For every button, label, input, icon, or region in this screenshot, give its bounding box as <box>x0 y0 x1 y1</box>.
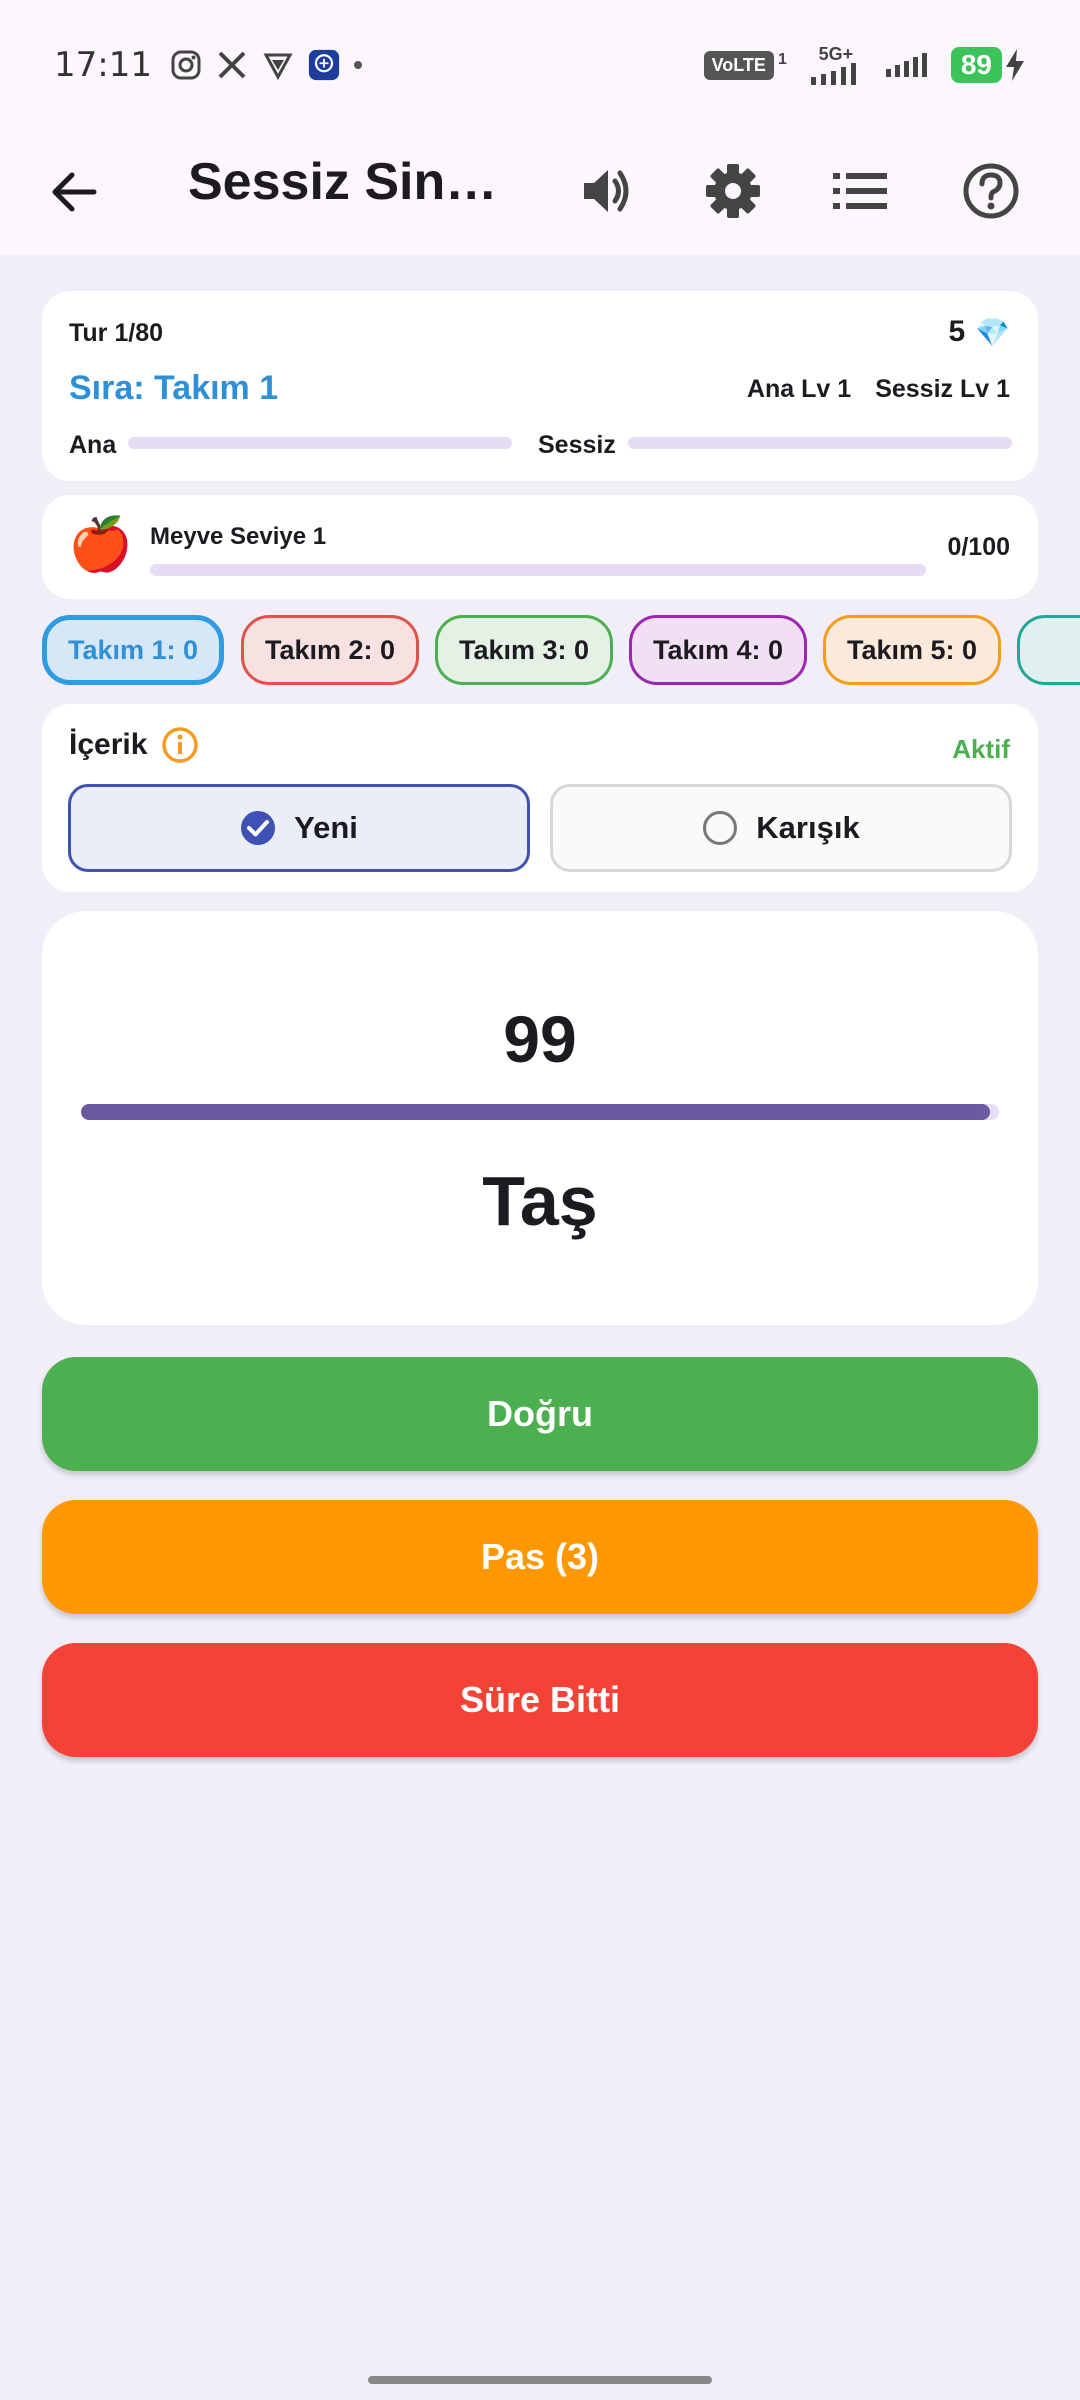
timer-progress-fill <box>81 1104 990 1120</box>
settings-button[interactable] <box>700 158 766 224</box>
page-title: Sessiz Sin… <box>188 153 498 211</box>
home-indicator[interactable] <box>368 2376 712 2384</box>
content-header: İçerik <box>69 726 199 764</box>
back-button[interactable] <box>44 162 104 222</box>
battery-indicator: 89 <box>950 47 1026 83</box>
app-bar: Sessiz Sin… <box>0 130 1080 255</box>
list-button[interactable] <box>827 158 893 224</box>
category-progress-bar <box>150 564 926 576</box>
sessiz-label: Sessiz <box>538 431 616 459</box>
sim-index: 1 <box>777 50 787 68</box>
x-icon <box>216 49 248 81</box>
app-notification-icon <box>308 49 340 81</box>
category-progress-text: 0/100 <box>947 533 1010 561</box>
apple-icon: 🍎 <box>68 516 133 574</box>
category-card: 🍎 Meyve Seviye 1 0/100 <box>42 495 1038 599</box>
team-chip-2[interactable]: Takım 2: 0 <box>241 615 419 685</box>
help-icon <box>963 163 1019 219</box>
option-karisik[interactable]: Karışık <box>550 784 1012 872</box>
category-label: Meyve Seviye 1 <box>150 523 327 550</box>
word-card: 99 Taş <box>42 911 1038 1325</box>
current-turn: Sıra: Takım 1 <box>69 369 279 407</box>
option-yeni-label: Yeni <box>294 810 358 845</box>
content-status: Aktif <box>952 734 1010 764</box>
team-chip-1[interactable]: Takım 1: 0 <box>42 615 224 685</box>
unchecked-circle-icon <box>703 811 738 845</box>
ana-progress-bar <box>128 437 512 449</box>
ana-label: Ana <box>69 431 117 459</box>
current-word: Taş <box>482 1162 598 1240</box>
volume-icon <box>584 170 629 212</box>
pass-button[interactable]: Pas (3) <box>42 1500 1038 1614</box>
gem-count: 5 <box>948 315 966 348</box>
battery-level: 89 <box>950 47 1002 83</box>
time-up-button[interactable]: Süre Bitti <box>42 1643 1038 1757</box>
correct-button[interactable]: Doğru <box>42 1357 1038 1471</box>
content-card: İçerik Aktif Yeni Karışık <box>42 704 1038 892</box>
volte-indicator: VoLTE 1 <box>703 50 787 80</box>
checked-circle-icon <box>241 811 276 845</box>
team-chip-5[interactable]: Takım 5: 0 <box>823 615 1001 685</box>
network-type: 5G+ <box>818 44 854 64</box>
more-notifications-dot <box>353 61 362 69</box>
round-card: Tur 1/80 5 💎 Sıra: Takım 1 Ana Lv 1 Sess… <box>42 291 1038 481</box>
gem-counter: 5 💎 <box>948 315 1010 349</box>
vpn-shield-icon <box>262 49 294 81</box>
option-yeni[interactable]: Yeni <box>68 784 530 872</box>
status-bar: 17:11 VoLTE 1 5G+ 89 <box>0 0 1080 130</box>
sessiz-progress-bar <box>628 437 1012 449</box>
info-icon[interactable] <box>161 726 199 764</box>
timer-value: 99 <box>503 1002 577 1076</box>
signal-bars-icon <box>810 63 856 85</box>
gem-icon: 💎 <box>975 316 1010 348</box>
sessiz-level: Sessiz Lv 1 <box>875 375 1010 403</box>
gear-icon <box>706 164 760 218</box>
instagram-icon <box>170 49 202 81</box>
clock: 17:11 <box>54 45 152 85</box>
list-icon <box>833 173 887 209</box>
timer-progress-bar <box>81 1104 999 1120</box>
help-button[interactable] <box>958 158 1024 224</box>
team-chip-4[interactable]: Takım 4: 0 <box>629 615 807 685</box>
sound-button[interactable] <box>573 158 639 224</box>
charging-icon <box>1006 49 1024 81</box>
round-counter: Tur 1/80 <box>69 319 164 347</box>
levels: Ana Lv 1 Sessiz Lv 1 <box>747 375 1010 404</box>
team-chip-3[interactable]: Takım 3: 0 <box>435 615 613 685</box>
signal-bars-sim2-icon <box>885 53 927 77</box>
volte-badge: VoLTE <box>703 50 774 80</box>
signal-5g: 5G+ <box>809 45 863 85</box>
team-chip-6-partial[interactable] <box>1017 615 1080 685</box>
team-chips: Takım 1: 0 Takım 2: 0 Takım 3: 0 Takım 4… <box>42 615 1080 687</box>
content-label: İçerik <box>69 728 148 761</box>
back-arrow-icon <box>52 172 97 212</box>
option-karisik-label: Karışık <box>756 810 860 845</box>
ana-level: Ana Lv 1 <box>746 375 852 403</box>
